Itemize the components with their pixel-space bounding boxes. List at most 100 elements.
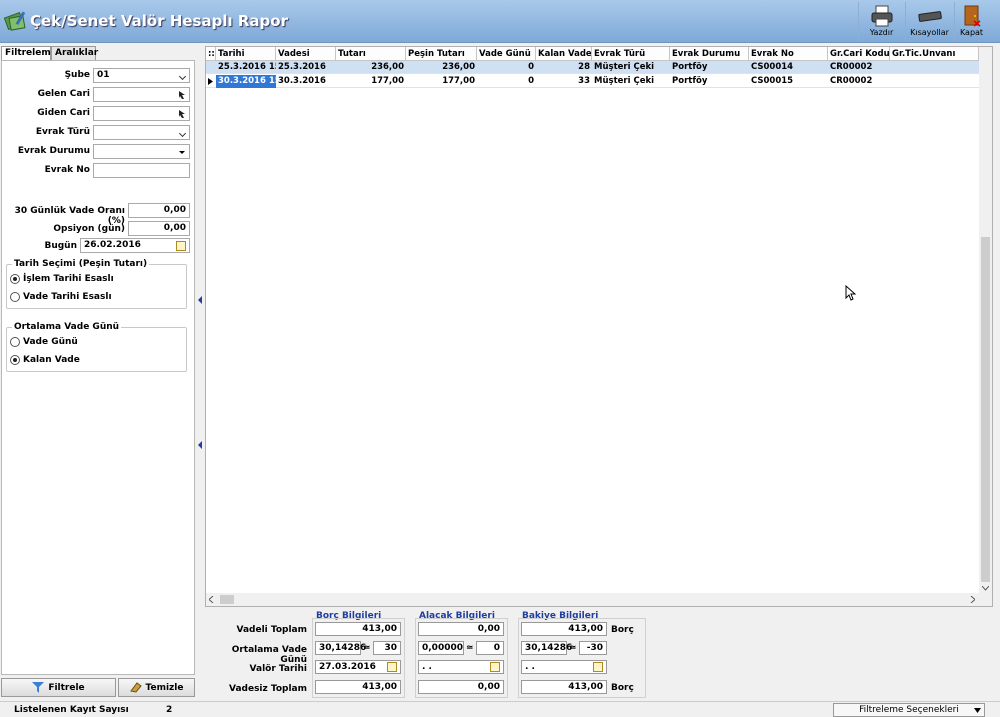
ortalama-vade-group: Ortalama Vade Günü Vade Günü Kalan Vade: [6, 322, 187, 372]
borc-ort-gun[interactable]: 30: [373, 641, 401, 655]
calendar-icon[interactable]: [593, 662, 603, 672]
table-row[interactable]: 30.3.2016 15 30.3.2016 177,00 177,00 0 3…: [206, 75, 992, 88]
calendar-icon[interactable]: [176, 241, 186, 251]
col-header-tutari[interactable]: Tutarı: [336, 47, 406, 61]
row-indicator-icon: [208, 78, 213, 85]
bakiye-valor-date[interactable]: . .: [521, 660, 607, 674]
opsiyon-label: Opsiyon (gün): [53, 224, 125, 234]
radio-islem-tarihi[interactable]: İşlem Tarihi Esaslı: [10, 274, 114, 284]
approx-icon: ≃: [466, 643, 474, 653]
filter-panel: Şube 01 Gelen Cari Giden Cari Evrak Türü…: [1, 60, 195, 675]
borc-vadeli-toplam[interactable]: 413,00: [315, 622, 401, 636]
lookup-icon[interactable]: [177, 109, 187, 119]
eraser-icon: [129, 682, 142, 693]
calendar-icon[interactable]: [490, 662, 500, 672]
collapse-arrow-icon[interactable]: [198, 441, 202, 449]
tab-filtreleme[interactable]: Filtreleme: [1, 46, 57, 61]
vertical-scroll-thumb[interactable]: [981, 237, 990, 582]
cell-evrak-turu: Müşteri Çeki: [594, 62, 655, 72]
bugun-date-field[interactable]: 26.02.2016: [80, 238, 190, 253]
col-header-pesin-tutari[interactable]: Peşin Tutarı: [406, 47, 477, 61]
alacak-vadesiz-toplam[interactable]: 0,00: [418, 680, 504, 694]
sube-select[interactable]: 01: [93, 68, 190, 83]
borc-vadesiz-toplam[interactable]: 413,00: [315, 680, 401, 694]
alacak-ort-vade[interactable]: 0,00000: [418, 641, 464, 655]
scroll-right-icon[interactable]: [970, 596, 975, 603]
dropdown-arrow-icon: [974, 708, 981, 713]
filter-button[interactable]: Filtrele: [1, 678, 116, 697]
gelen-cari-field[interactable]: [93, 87, 190, 102]
clear-button[interactable]: Temizle: [118, 678, 195, 697]
col-header-vade-gunu[interactable]: Vade Günü: [477, 47, 536, 61]
cell-gr-cari-kodu: CR00002: [830, 62, 873, 72]
ortalama-vade-gunu-label: Ortalama Vade Günü: [231, 645, 307, 665]
evrak-no-field[interactable]: [93, 163, 190, 178]
cell-evrak-durumu: Portföy: [672, 62, 708, 72]
col-header-evrak-no[interactable]: Evrak No: [749, 47, 828, 61]
cell-vadesi: 30.3.2016: [278, 76, 326, 86]
radio-vade-gunu[interactable]: Vade Günü: [10, 337, 78, 347]
ortalama-vade-title: Ortalama Vade Günü: [12, 322, 122, 332]
bakiye-vadeli-toplam[interactable]: 413,00: [521, 622, 607, 636]
giden-cari-label: Giden Cari: [37, 108, 90, 118]
vade-orani-field[interactable]: 0,00: [128, 203, 190, 218]
vertical-scrollbar[interactable]: [979, 47, 992, 594]
cell-tarihi-selected[interactable]: 30.3.2016 15: [216, 75, 276, 88]
alacak-valor-value: . .: [422, 662, 432, 672]
evrak-durumu-select[interactable]: [93, 144, 190, 159]
col-header-tarihi[interactable]: Tarihi: [216, 47, 276, 61]
approx-icon: ≃: [363, 643, 371, 653]
cell-kalan-vade: 28: [578, 62, 590, 72]
radio-unselected-icon: [10, 292, 20, 302]
col-header-gr-tic-unvani[interactable]: Gr.Tic.Unvanı: [890, 47, 979, 61]
cell-gr-tic-unvani: [890, 61, 979, 74]
printer-icon: [871, 5, 892, 27]
col-header-evrak-durumu[interactable]: Evrak Durumu: [670, 47, 749, 61]
alacak-vadeli-toplam[interactable]: 0,00: [418, 622, 504, 636]
col-header-gr-cari-kodu[interactable]: Gr.Cari Kodu: [828, 47, 890, 61]
calendar-icon[interactable]: [387, 662, 397, 672]
summary-panel: Borç Bilgileri Alacak Bilgileri Bakiye B…: [205, 608, 993, 700]
scroll-down-icon[interactable]: [982, 586, 989, 591]
radio-vade-tarihi[interactable]: Vade Tarihi Esaslı: [10, 292, 112, 302]
report-grid: :: Tarihi Vadesi Tutarı Peşin Tutarı Vad…: [205, 46, 993, 607]
gelen-cari-label: Gelen Cari: [37, 89, 90, 99]
cell-vadesi: 25.3.2016: [278, 62, 326, 72]
col-header-vadesi[interactable]: Vadesi: [276, 47, 336, 61]
horizontal-scrollbar[interactable]: [206, 593, 992, 606]
alacak-ort-gun[interactable]: 0: [476, 641, 504, 655]
close-button[interactable]: Kapat: [954, 2, 988, 42]
bakiye-ort-vade[interactable]: 30,14286: [521, 641, 572, 655]
alacak-valor-date[interactable]: . .: [418, 660, 504, 674]
radio-unselected-icon: [10, 337, 20, 347]
opsiyon-field[interactable]: 0,00: [128, 221, 190, 236]
cell-tutari: 236,00: [371, 62, 404, 72]
radio-kalan-vade[interactable]: Kalan Vade: [10, 355, 80, 365]
evrak-turu-select[interactable]: [93, 125, 190, 140]
col-header-evrak-turu[interactable]: Evrak Türü: [592, 47, 670, 61]
filter-options-dropdown[interactable]: Filtreleme Seçenekleri: [833, 703, 985, 717]
lookup-icon[interactable]: [177, 90, 187, 100]
status-bar: Listelenen Kayıt Sayısı 2 Filtreleme Seç…: [0, 701, 1000, 717]
col-header-kalan-vade[interactable]: Kalan Vade: [536, 47, 592, 61]
scroll-left-icon[interactable]: [209, 596, 214, 603]
radio-vade-tarihi-label: Vade Tarihi Esaslı: [23, 292, 112, 302]
cell-vade-gunu: 0: [528, 76, 534, 86]
table-row[interactable]: 25.3.2016 15 25.3.2016 236,00 236,00 0 2…: [206, 61, 992, 74]
record-count-value: 2: [166, 705, 173, 715]
borc-valor-date[interactable]: 27.03.2016: [315, 660, 401, 674]
shortcuts-button[interactable]: Kısayollar: [905, 2, 953, 42]
giden-cari-field[interactable]: [93, 106, 190, 121]
tab-araliklar[interactable]: Aralıklar: [51, 46, 98, 60]
bakiye-vadesiz-toplam[interactable]: 413,00: [521, 680, 607, 694]
collapse-arrow-icon[interactable]: [198, 296, 202, 304]
borc-ort-vade[interactable]: 30,14286: [315, 641, 366, 655]
funnel-icon: [32, 682, 45, 693]
bakiye-ort-gun[interactable]: -30: [579, 641, 607, 655]
panel-splitter[interactable]: [197, 46, 203, 699]
horizontal-scroll-thumb[interactable]: [220, 595, 234, 604]
evrak-turu-label: Evrak Türü: [35, 127, 90, 137]
vadeli-toplam-label: Vadeli Toplam: [236, 625, 307, 635]
print-button[interactable]: Yazdır: [858, 2, 904, 42]
cell-evrak-no: CS00015: [751, 76, 794, 86]
